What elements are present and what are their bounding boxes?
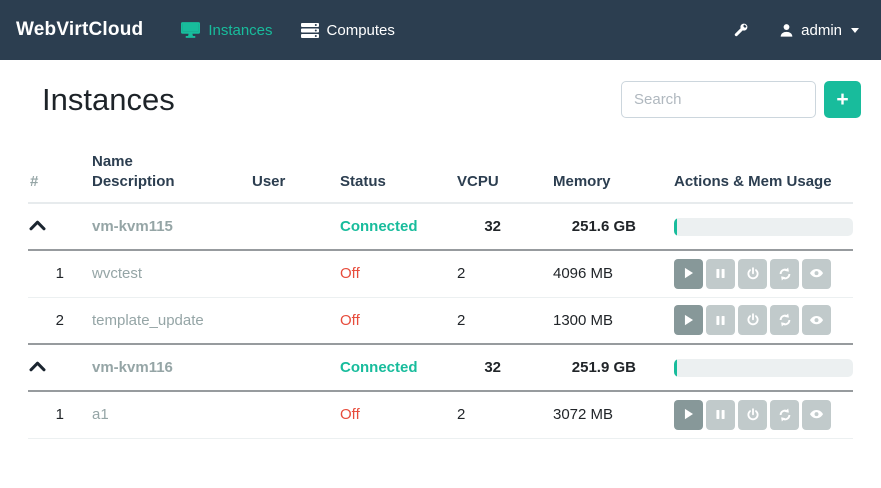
status-badge: Off [340,312,360,329]
guest-name-link[interactable]: a1 [92,406,109,423]
nav-item-label: Instances [208,22,272,39]
eye-button[interactable] [802,400,831,430]
guest-vcpu: 2 [455,391,551,438]
host-vcpu: 32 [457,218,549,235]
reboot-button[interactable] [770,305,799,335]
guest-actions [674,259,851,289]
guest-name-link[interactable]: template_update [92,312,204,329]
host-memory: 251.6 GB [553,218,670,235]
user-menu[interactable]: admin [779,22,859,39]
guest-row: 2 template_update Off 2 1300 MB [28,297,853,344]
host-user [250,203,338,250]
pause-button[interactable] [706,400,735,430]
pause-button[interactable] [706,259,735,289]
brand[interactable]: WebVirtCloud [16,19,143,41]
power-button[interactable] [738,400,767,430]
power-button[interactable] [738,259,767,289]
pause-button[interactable] [706,305,735,335]
page-head: Instances + [0,60,881,118]
header-name: Name Description [90,134,250,203]
mem-usage-progressbar [674,359,853,377]
navbar: WebVirtCloud Instances Computes admin [0,0,881,60]
host-name-link[interactable]: vm-kvm116 [92,359,173,376]
host-row: vm-kvm116 Connected 32 251.9 GB [28,344,853,391]
guest-index: 2 [30,312,88,329]
guest-actions [674,305,851,335]
search-input[interactable] [621,81,816,118]
page-title: Instances [42,82,175,118]
user-name: admin [801,22,842,39]
guest-row: 1 wvctest Off 2 4096 MB [28,250,853,297]
mem-usage-fill [674,218,677,236]
guest-memory: 3072 MB [551,391,672,438]
guest-row: 1 a1 Off 2 3072 MB [28,391,853,438]
play-button[interactable] [674,305,703,335]
status-badge: Connected [340,359,418,376]
play-button[interactable] [674,259,703,289]
play-button[interactable] [674,400,703,430]
status-badge: Connected [340,218,418,235]
header-vcpu: VCPU [455,134,551,203]
guest-vcpu: 2 [455,250,551,297]
user-icon [779,23,794,38]
instances-table: # Name Description User Status VCPU Memo… [28,134,853,439]
eye-button[interactable] [802,259,831,289]
guest-user [250,297,338,344]
guest-name-link[interactable]: wvctest [92,265,142,282]
navbar-right: admin [732,22,859,39]
status-badge: Off [340,406,360,423]
monitor-icon [181,22,200,38]
chevron-down-icon [851,28,859,33]
guest-memory: 1300 MB [551,297,672,344]
host-vcpu: 32 [457,359,549,376]
mem-usage-progressbar [674,218,853,236]
header-index: # [28,134,90,203]
header-status: Status [338,134,455,203]
reboot-button[interactable] [770,400,799,430]
mem-usage-fill [674,359,677,377]
add-instance-button[interactable]: + [824,81,861,118]
header-user: User [250,134,338,203]
host-user [250,344,338,391]
nav-item-computes[interactable]: Computes [301,22,395,39]
chevron-up-icon[interactable] [29,361,46,372]
header-memory: Memory [551,134,672,203]
table-header-row: # Name Description User Status VCPU Memo… [28,134,853,203]
guest-index: 1 [30,406,88,423]
guest-user [250,250,338,297]
chevron-up-icon[interactable] [29,220,46,231]
host-row: vm-kvm115 Connected 32 251.6 GB [28,203,853,250]
power-button[interactable] [738,305,767,335]
reboot-button[interactable] [770,259,799,289]
nav-item-instances[interactable]: Instances [181,22,272,39]
guest-vcpu: 2 [455,297,551,344]
server-icon [301,23,319,38]
guest-user [250,391,338,438]
wrench-icon[interactable] [732,22,749,39]
eye-button[interactable] [802,305,831,335]
status-badge: Off [340,265,360,282]
search-group: + [621,81,861,118]
host-memory: 251.9 GB [553,359,670,376]
guest-memory: 4096 MB [551,250,672,297]
header-actions: Actions & Mem Usage [672,134,853,203]
host-name-link[interactable]: vm-kvm115 [92,218,173,235]
guest-actions [674,400,851,430]
nav-item-label: Computes [327,22,395,39]
guest-index: 1 [30,265,88,282]
